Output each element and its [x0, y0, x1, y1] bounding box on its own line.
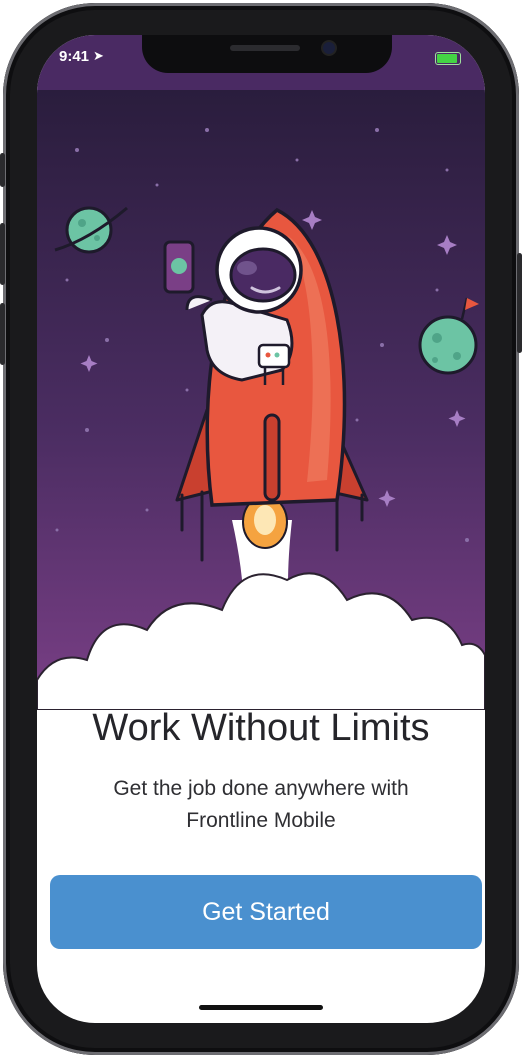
location-arrow-icon: ➤ [93, 48, 104, 63]
hero-illustration [37, 90, 485, 710]
front-camera [323, 42, 335, 54]
volume-down-button [0, 303, 5, 365]
notch [142, 35, 392, 73]
home-indicator[interactable] [199, 1005, 323, 1010]
speaker-grille [230, 45, 300, 51]
status-bar: 9:41 ➤ [37, 35, 485, 90]
get-started-button[interactable]: Get Started [50, 875, 482, 949]
volume-up-button [0, 223, 5, 285]
status-time: 9:41 [59, 48, 90, 65]
app-screen: 9:41 ➤ Work Without Limits Get the job d… [37, 35, 485, 1023]
onboarding-title: Work Without Limits [92, 707, 430, 749]
power-button [517, 253, 522, 353]
battery-icon [435, 52, 461, 65]
silent-switch [0, 153, 5, 187]
onboarding-subtitle: Get the job done anywhere with Frontline… [113, 777, 409, 832]
